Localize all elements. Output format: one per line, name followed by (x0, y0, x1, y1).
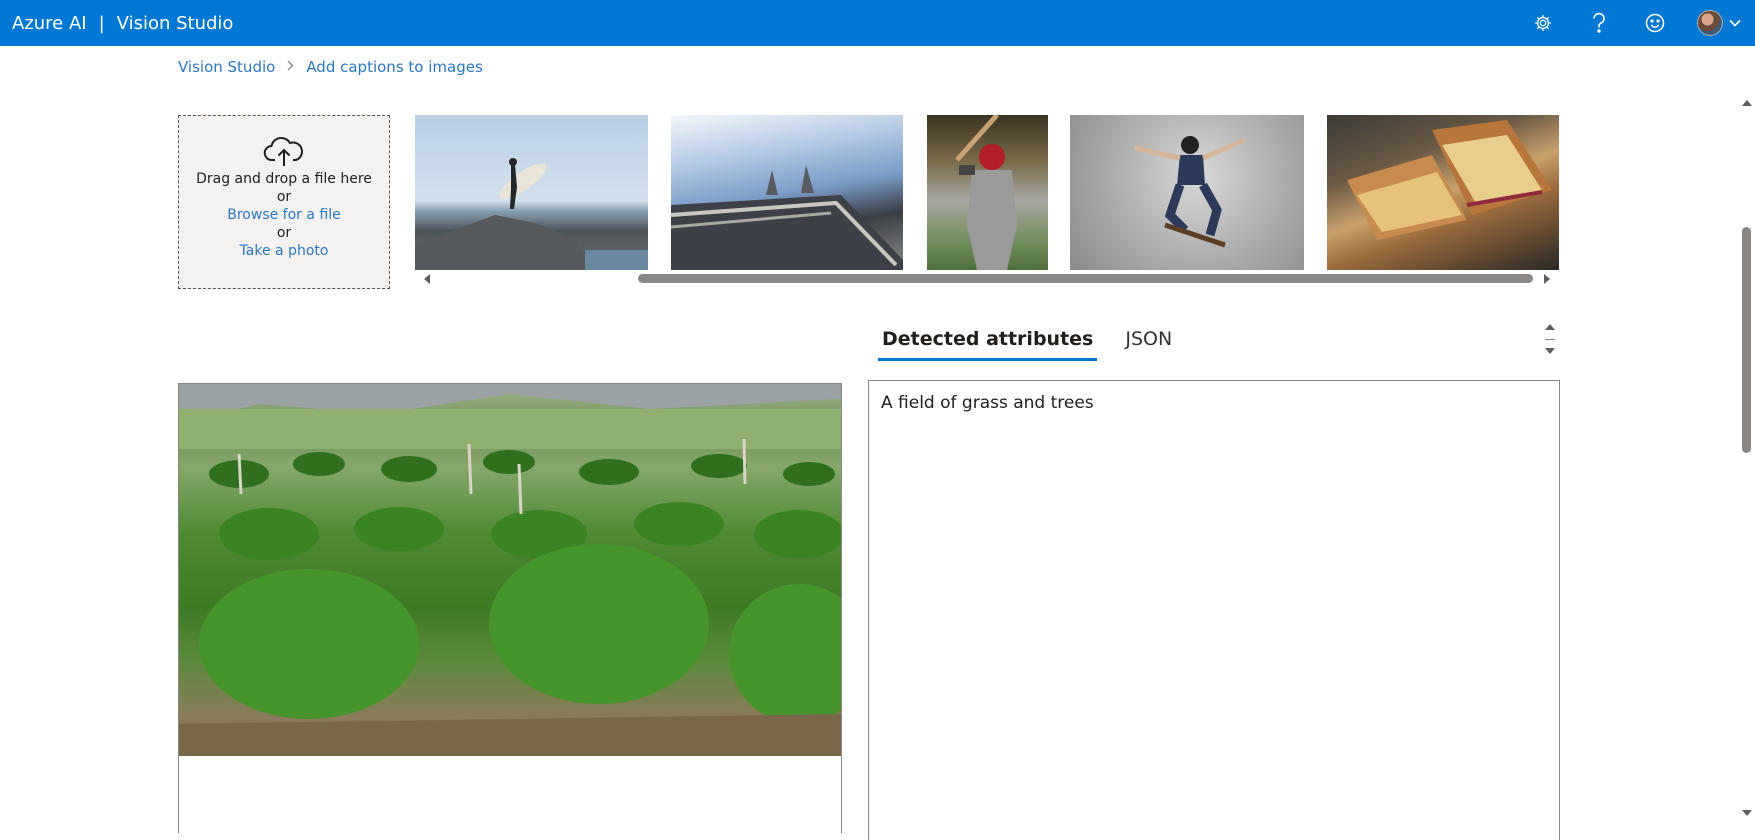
page-scrollbar[interactable] (1738, 96, 1755, 822)
breadcrumb: Vision Studio Add captions to images (178, 58, 483, 76)
sample-image-surfer[interactable] (415, 115, 648, 270)
generated-caption: A field of grass and trees (881, 393, 1094, 413)
divider (1545, 339, 1555, 340)
gear-icon[interactable] (1529, 9, 1557, 37)
account-menu[interactable] (1697, 10, 1741, 36)
sample-image-building[interactable] (671, 115, 903, 270)
selected-image-grass-field (179, 384, 841, 756)
scrollbar-thumb[interactable] (1742, 227, 1751, 453)
scroll-left-arrow-icon[interactable] (424, 274, 430, 284)
result-tabs: Detected attributes JSON (878, 328, 1200, 361)
brand-name: Azure AI (12, 12, 87, 34)
take-photo-link[interactable]: Take a photo (179, 242, 389, 260)
or-text: or (276, 189, 292, 205)
or-text: or (276, 225, 292, 241)
sample-images-strip (415, 115, 1559, 270)
product-name: Vision Studio (116, 12, 234, 34)
tab-detected-attributes[interactable]: Detected attributes (878, 328, 1098, 361)
chevron-right-icon (287, 59, 294, 75)
tab-scroll-control[interactable] (1540, 322, 1560, 362)
scroll-down-arrow-icon[interactable] (1742, 810, 1752, 816)
brand[interactable]: Azure AI | Vision Studio (0, 13, 233, 34)
detected-attributes-panel: A field of grass and trees (868, 380, 1560, 840)
brand-separator: | (98, 12, 105, 34)
browse-file-link[interactable]: Browse for a file (179, 206, 389, 224)
cloud-upload-icon (179, 136, 389, 170)
sample-strip-scrollbar[interactable] (415, 270, 1559, 288)
scroll-up-arrow-icon[interactable] (1742, 100, 1752, 106)
breadcrumb-vision-studio[interactable]: Vision Studio (178, 58, 275, 76)
sample-image-sandwich[interactable] (1327, 115, 1559, 270)
tab-json[interactable]: JSON (1121, 328, 1176, 361)
avatar[interactable] (1697, 10, 1723, 36)
upload-dropzone[interactable]: Drag and drop a file here or Browse for … (178, 115, 390, 289)
help-icon[interactable] (1585, 9, 1613, 37)
sample-image-baseball[interactable] (927, 115, 1048, 270)
sample-image-skateboarder[interactable] (1070, 115, 1304, 270)
scroll-up-arrow-icon[interactable] (1545, 324, 1555, 330)
chevron-down-icon[interactable] (1729, 19, 1741, 27)
feedback-smiley-icon[interactable] (1641, 9, 1669, 37)
scrollbar-thumb[interactable] (638, 274, 1533, 283)
top-icons (1529, 0, 1755, 46)
scroll-right-arrow-icon[interactable] (1544, 274, 1550, 284)
drag-drop-text: Drag and drop a file here (196, 171, 372, 187)
scroll-down-arrow-icon[interactable] (1545, 348, 1555, 354)
selected-image-panel (178, 383, 842, 833)
top-bar: Azure AI | Vision Studio (0, 0, 1755, 46)
breadcrumb-add-captions[interactable]: Add captions to images (306, 58, 482, 76)
